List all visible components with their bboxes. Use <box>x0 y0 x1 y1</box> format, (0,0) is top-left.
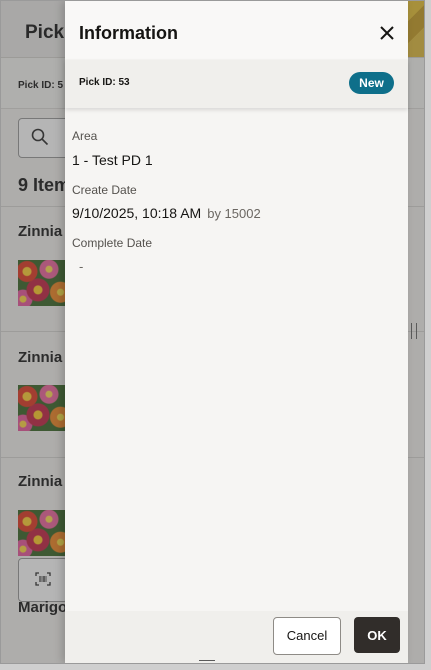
area-value: 1 - Test PD 1 <box>72 152 153 168</box>
ok-button[interactable]: OK <box>354 617 400 653</box>
pick-summary-bar: Pick ID: 53 New <box>65 60 408 108</box>
complete-date-value: - <box>79 259 84 274</box>
create-date-label: Create Date <box>72 183 137 197</box>
close-icon <box>380 26 394 40</box>
create-date-value: 9/10/2025, 10:18 AM <box>72 205 202 221</box>
drawer-footer: Cancel OK <box>65 611 408 663</box>
area-label: Area <box>72 129 98 143</box>
status-badge: New <box>349 72 394 94</box>
complete-date-label: Complete Date <box>72 236 153 250</box>
app-frame: Pick Pick ID: 5 9 Item Zinnia Zinnia Zin… <box>0 0 425 664</box>
drawer-header: Information <box>65 1 408 59</box>
create-date-row: 9/10/2025, 10:18 AM by 15002 <box>72 205 261 221</box>
close-button[interactable] <box>377 23 397 43</box>
resize-handle-icon[interactable] <box>411 323 417 339</box>
information-drawer: Information Pick ID: 53 New Area 1 - Tes… <box>65 1 408 663</box>
create-by: by 15002 <box>207 206 261 221</box>
pick-id: Pick ID: 53 <box>79 77 130 88</box>
cancel-button[interactable]: Cancel <box>273 617 341 655</box>
resize-handle-icon[interactable] <box>199 660 215 663</box>
drawer-title: Information <box>79 23 178 43</box>
